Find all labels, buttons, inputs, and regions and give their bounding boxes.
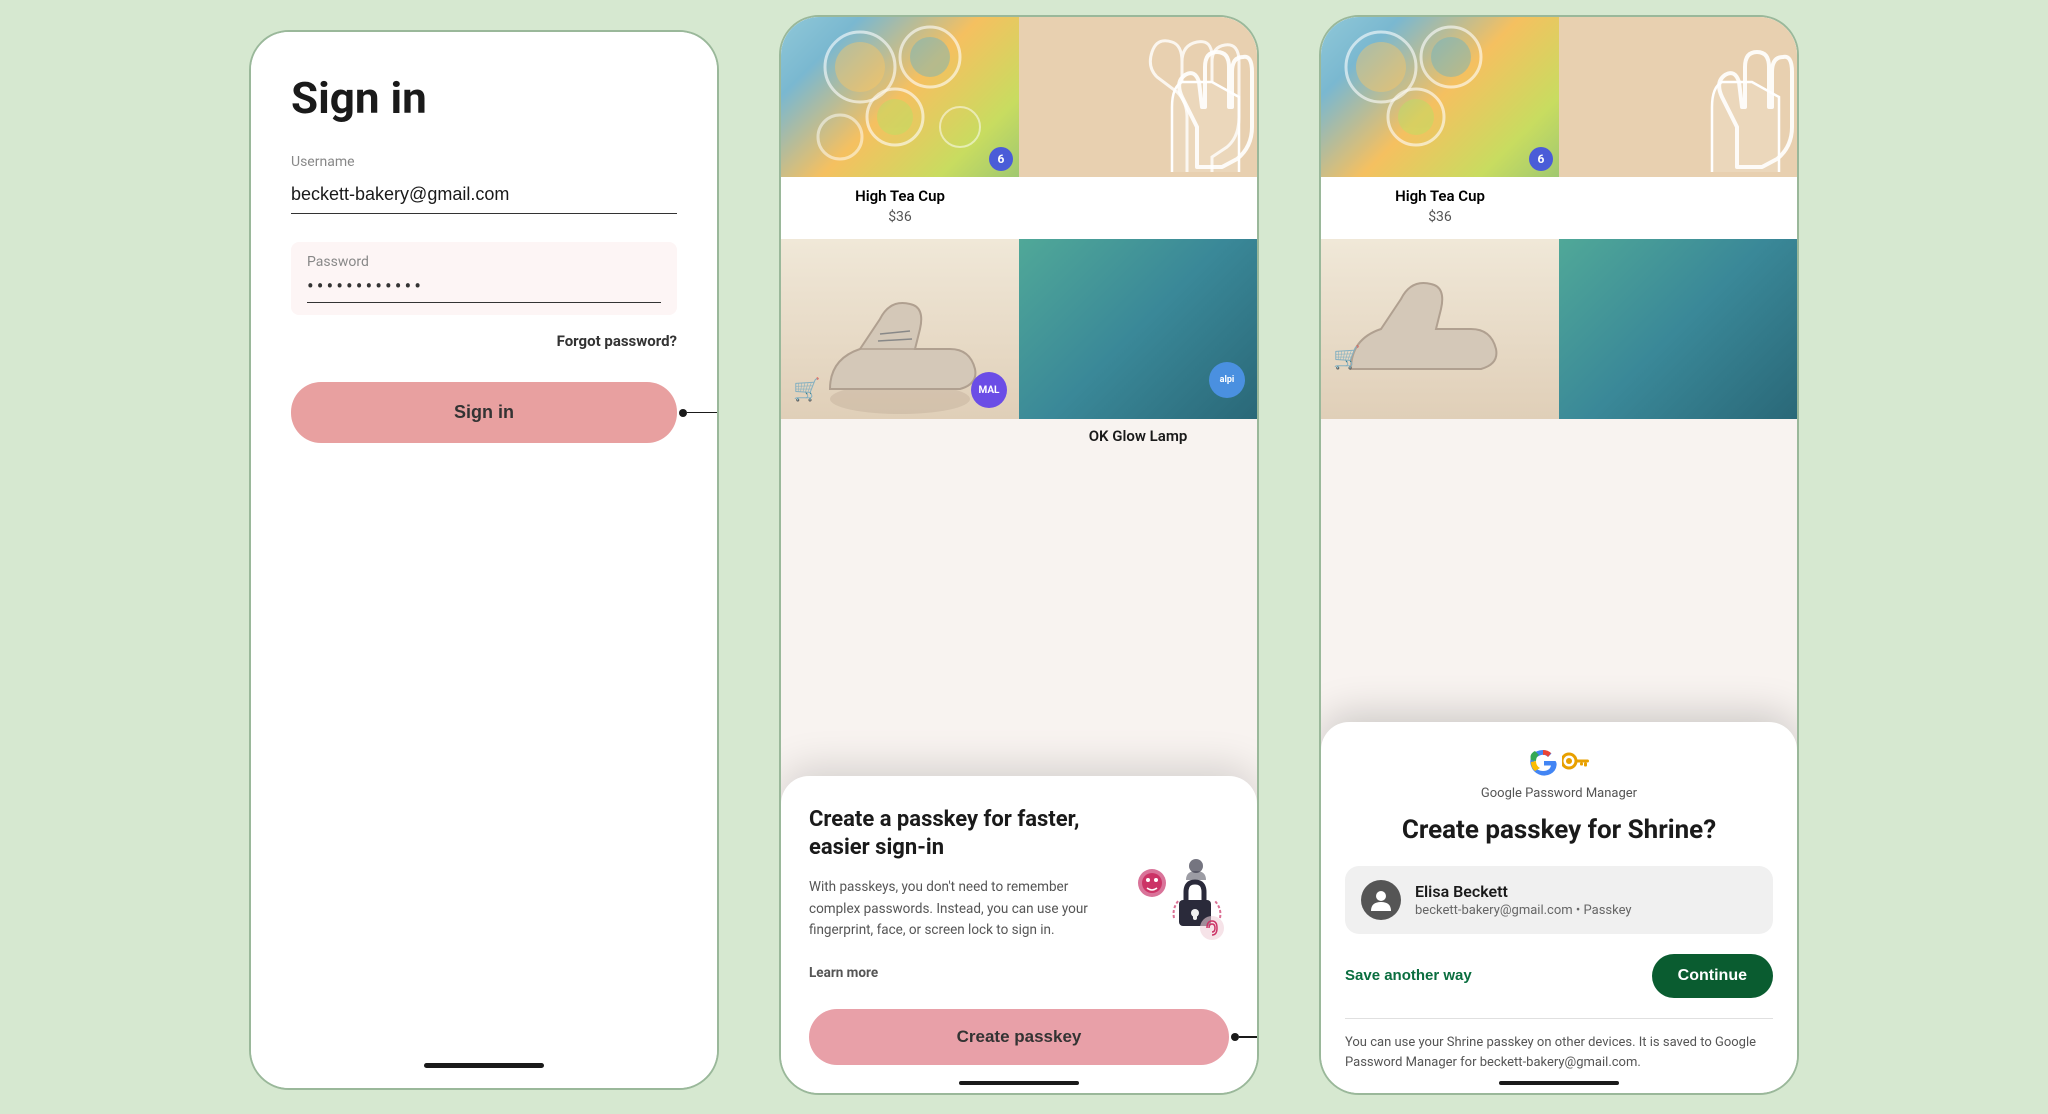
s3-shoe-img	[1321, 239, 1559, 419]
s3-empty-info	[1559, 177, 1797, 239]
phone-screen-2: 6	[779, 15, 1259, 1095]
s3-badge-6: 6	[1529, 147, 1553, 171]
gpm-actions-row: Save another way Continue	[1345, 954, 1773, 998]
peace-hand-svg	[1027, 17, 1257, 177]
tea-cup-name: High Tea Cup	[795, 187, 1005, 205]
screen-1-wrapper: Sign in Username Password ••••••	[249, 20, 719, 1090]
s3-shoe-svg	[1321, 239, 1521, 399]
screen-3-wrapper: 6 High Tea Cup $36	[1319, 15, 1799, 1095]
plates-svg	[800, 17, 1000, 177]
s3-top-left: 6	[1321, 17, 1559, 177]
person-icon	[1370, 889, 1392, 911]
signin-button-wrapper: Sign in	[291, 382, 677, 443]
passkey-desc-text: With passkeys, you don't need to remembe…	[809, 879, 1088, 938]
gpm-title: Create passkey for Shrine?	[1345, 815, 1773, 846]
glow-lamp-name: OK Glow Lamp	[1033, 427, 1243, 445]
s3-glow-img	[1559, 239, 1797, 419]
s3-bottom-products: 🛒	[1321, 239, 1797, 419]
passkey-content: Create a passkey for faster, easier sign…	[809, 806, 1229, 985]
gpm-key-icon	[1562, 751, 1590, 771]
shoe-product: 🛒 MAL	[781, 239, 1019, 453]
user-card: Elisa Beckett beckett-bakery@gmail.com •…	[1345, 866, 1773, 934]
tea-cup-info: High Tea Cup $36	[781, 177, 1019, 239]
google-g-icon	[1528, 746, 1558, 776]
s3-plates-img	[1321, 17, 1559, 177]
signin-form: Username Password •••••••••••• Fo	[251, 134, 717, 463]
s3-shoe: 🛒	[1321, 239, 1559, 419]
passkey-illustration-svg	[1124, 848, 1229, 943]
arrow-connector-1	[679, 407, 717, 419]
gpm-provider-label: Google Password Manager	[1345, 786, 1773, 801]
user-info: Elisa Beckett beckett-bakery@gmail.com •…	[1415, 882, 1632, 918]
continue-button[interactable]: Continue	[1652, 954, 1773, 998]
cart-icon-left[interactable]: 🛒	[793, 378, 820, 403]
username-label: Username	[291, 154, 677, 170]
password-group: Password ••••••••••••	[291, 242, 677, 315]
learn-more-link[interactable]: Learn more	[809, 965, 878, 981]
s3-tea-cup-name: High Tea Cup	[1335, 187, 1545, 205]
passkey-desc: With passkeys, you don't need to remembe…	[809, 877, 1108, 985]
page-top-area: Sign in	[251, 32, 717, 134]
tea-cup-price: $36	[795, 209, 1005, 225]
passkey-text-area: Create a passkey for faster, easier sign…	[809, 806, 1108, 985]
product-info-row-1: High Tea Cup $36	[781, 177, 1257, 239]
top-right-product	[1019, 17, 1257, 177]
password-wrapper: Password ••••••••••••	[291, 242, 677, 315]
forgot-password-link[interactable]: Forgot password?	[557, 332, 677, 350]
create-passkey-button[interactable]: Create passkey	[809, 1009, 1229, 1065]
gpm-footnote: You can use your Shrine passkey on other…	[1345, 1033, 1773, 1073]
glow-lamp-product: OK Glow Lamp alpi	[1019, 239, 1257, 453]
s3-glow	[1559, 239, 1797, 419]
arrow-line-1	[687, 412, 717, 414]
s3-tea-cup-price: $36	[1335, 209, 1545, 225]
password-label: Password	[307, 254, 661, 270]
plates-image	[781, 17, 1019, 177]
username-group: Username	[291, 154, 677, 214]
s3-top-right	[1559, 17, 1797, 177]
empty-product-info	[1019, 177, 1257, 239]
s3-plates-svg	[1321, 17, 1521, 177]
s3-top-row: 6	[1321, 17, 1797, 177]
shoe-svg	[800, 259, 1000, 419]
avatar-alpi: alpi	[1209, 362, 1245, 398]
bottom-products-row: 🛒 MAL OK Glow Lamp alpi	[781, 239, 1257, 453]
s3-product-info: High Tea Cup $36	[1321, 177, 1797, 239]
phone-screen-1: Sign in Username Password ••••••	[249, 30, 719, 1090]
gpm-icon-row	[1345, 746, 1773, 776]
password-dots: ••••••••••••	[307, 274, 661, 303]
gpm-divider	[1345, 1018, 1773, 1019]
username-input[interactable]	[291, 176, 677, 214]
home-indicator-3	[1499, 1081, 1619, 1085]
arrow-dot-2	[1231, 1033, 1239, 1041]
signin-title: Sign in	[291, 72, 677, 124]
s3-cart-icon[interactable]: 🛒	[1333, 346, 1360, 371]
home-indicator-2	[959, 1081, 1079, 1085]
passkey-sheet: Create a passkey for faster, easier sign…	[781, 776, 1257, 1093]
gpm-dialog: Google Password Manager Create passkey f…	[1321, 722, 1797, 1093]
arrow-connector-2	[1231, 1031, 1257, 1043]
user-name: Elisa Beckett	[1415, 882, 1632, 901]
create-passkey-wrapper: Create passkey	[809, 1009, 1229, 1065]
screen-2-wrapper: 6	[779, 15, 1259, 1095]
top-left-product: 6	[781, 17, 1019, 177]
user-avatar	[1361, 880, 1401, 920]
home-indicator-1	[424, 1063, 544, 1068]
badge-6-left: 6	[989, 147, 1013, 171]
s3-tea-cup-info: High Tea Cup $36	[1321, 177, 1559, 239]
phone-screen-3: 6 High Tea Cup $36	[1319, 15, 1799, 1095]
top-products-row: 6	[781, 17, 1257, 177]
save-another-button[interactable]: Save another way	[1345, 967, 1472, 984]
glow-lamp-info: OK Glow Lamp	[1019, 419, 1257, 453]
user-email: beckett-bakery@gmail.com • Passkey	[1415, 903, 1632, 918]
signin-button[interactable]: Sign in	[291, 382, 677, 443]
arrow-dot-1	[679, 409, 687, 417]
arrow-line-2	[1239, 1036, 1257, 1038]
passkey-title: Create a passkey for faster, easier sign…	[809, 806, 1108, 863]
forgot-password-area: Forgot password?	[291, 331, 677, 350]
s3-peace-hand	[1567, 17, 1797, 177]
passkey-illustration	[1124, 806, 1229, 985]
avatar-mal: MAL	[971, 372, 1007, 408]
